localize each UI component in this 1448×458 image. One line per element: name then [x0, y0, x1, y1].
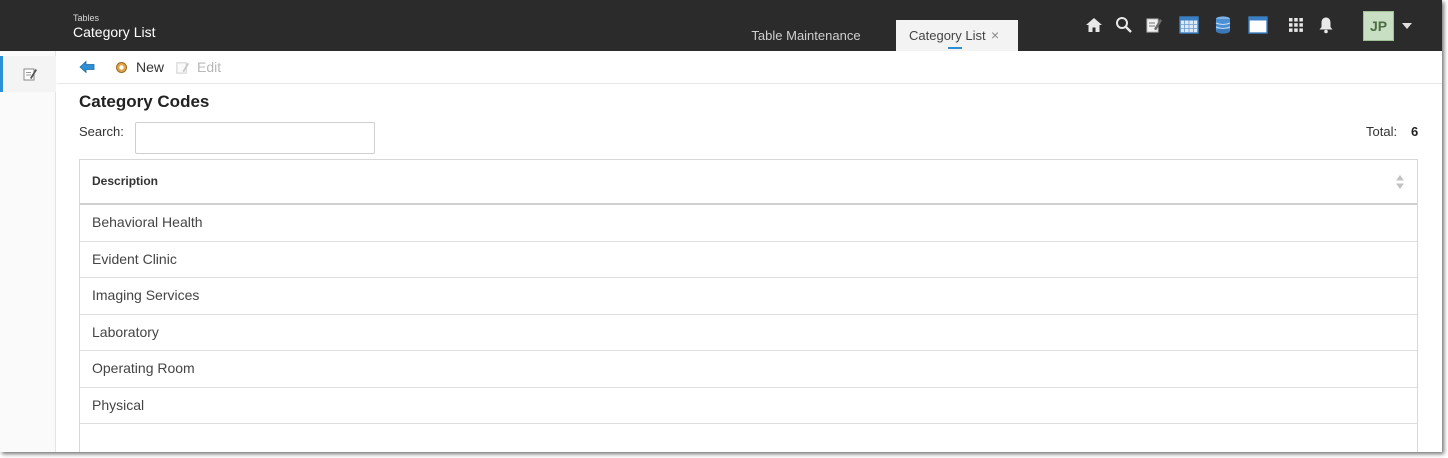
app-window: Tables Category List Table Maintenance C…	[0, 0, 1442, 452]
total-label: Total:	[1366, 124, 1398, 139]
notes-icon[interactable]	[1144, 15, 1164, 35]
left-rail	[0, 51, 56, 452]
gear-icon[interactable]	[115, 61, 128, 74]
row-description: Operating Room	[92, 360, 195, 376]
table-row[interactable]: Behavioral Health	[80, 205, 1417, 242]
database-icon[interactable]	[1213, 15, 1233, 35]
table-row[interactable]: Imaging Services	[80, 278, 1417, 315]
active-tab-indicator	[948, 47, 962, 49]
bell-icon[interactable]	[1316, 15, 1336, 35]
row-description: Imaging Services	[92, 287, 200, 303]
total-count: 6	[1411, 124, 1419, 139]
home-icon[interactable]	[1084, 15, 1104, 35]
new-button[interactable]: New	[136, 59, 164, 75]
sort-icon[interactable]	[1395, 174, 1405, 190]
apps-grid-icon[interactable]	[1286, 15, 1306, 35]
table-header[interactable]: Description	[80, 160, 1417, 205]
calendar-grid-icon[interactable]	[1179, 15, 1199, 35]
search-input[interactable]	[135, 122, 375, 154]
table-row[interactable]: Operating Room	[80, 351, 1417, 388]
edit-icon	[176, 62, 190, 74]
window-icon[interactable]	[1248, 15, 1268, 35]
column-header-description[interactable]: Description	[92, 174, 158, 188]
table-row[interactable]: Evident Clinic	[80, 242, 1417, 278]
avatar[interactable]: JP	[1363, 11, 1394, 41]
row-description: Behavioral Health	[92, 214, 203, 230]
table-row[interactable]: Physical	[80, 388, 1417, 424]
back-arrow-icon[interactable]	[79, 60, 95, 74]
row-description: Laboratory	[92, 323, 159, 340]
tab-category-list[interactable]: Category List ×	[896, 20, 1018, 51]
edit-note-icon	[23, 68, 37, 81]
search-label: Search:	[79, 124, 124, 139]
category-table: Description Behavioral Health Evident Cl…	[79, 159, 1418, 452]
breadcrumb[interactable]: Tables	[73, 13, 99, 23]
page-title: Category List	[73, 24, 156, 40]
chevron-down-icon[interactable]	[1402, 23, 1412, 29]
search-icon[interactable]	[1114, 15, 1134, 35]
action-toolbar: New Edit	[57, 51, 1442, 84]
edit-button: Edit	[197, 59, 222, 75]
close-icon[interactable]: ×	[991, 20, 999, 51]
table-row[interactable]: Laboratory	[80, 315, 1417, 351]
row-description: Evident Clinic	[92, 250, 177, 267]
section-heading: Category Codes	[79, 92, 210, 111]
row-description: Physical	[92, 396, 145, 413]
tab-label: Category List	[909, 28, 986, 43]
tab-table-maintenance[interactable]: Table Maintenance	[740, 20, 872, 51]
top-bar: Tables Category List Table Maintenance C…	[0, 0, 1442, 51]
rail-item-edit[interactable]	[0, 56, 56, 92]
